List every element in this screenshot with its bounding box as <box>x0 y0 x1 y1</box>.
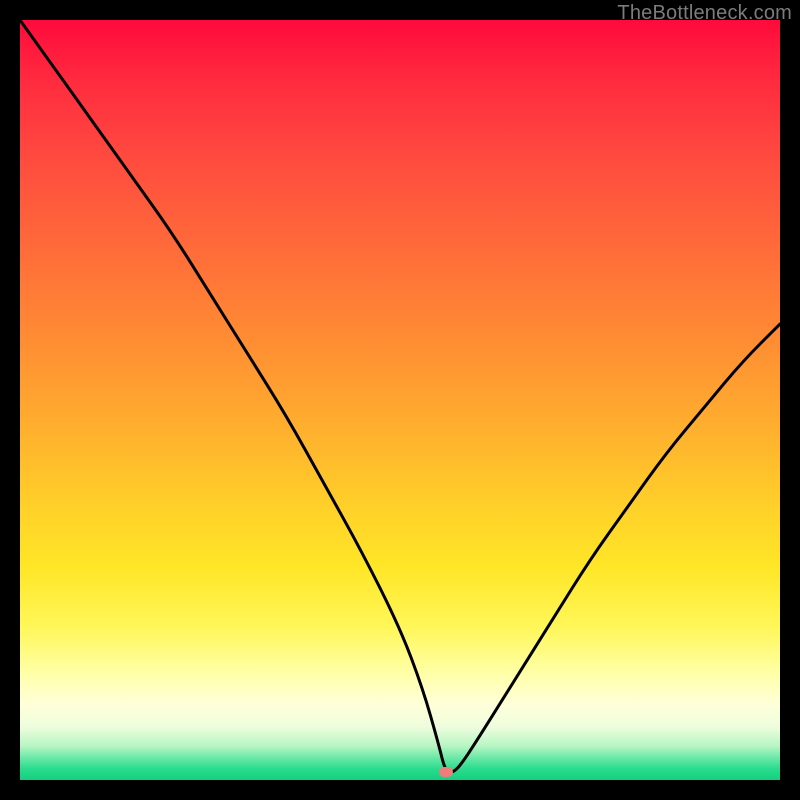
plot-area <box>20 20 780 780</box>
bottleneck-curve <box>20 20 780 780</box>
attribution-text: TheBottleneck.com <box>617 2 792 25</box>
chart-frame: TheBottleneck.com <box>0 0 800 800</box>
minimum-marker <box>439 767 453 777</box>
